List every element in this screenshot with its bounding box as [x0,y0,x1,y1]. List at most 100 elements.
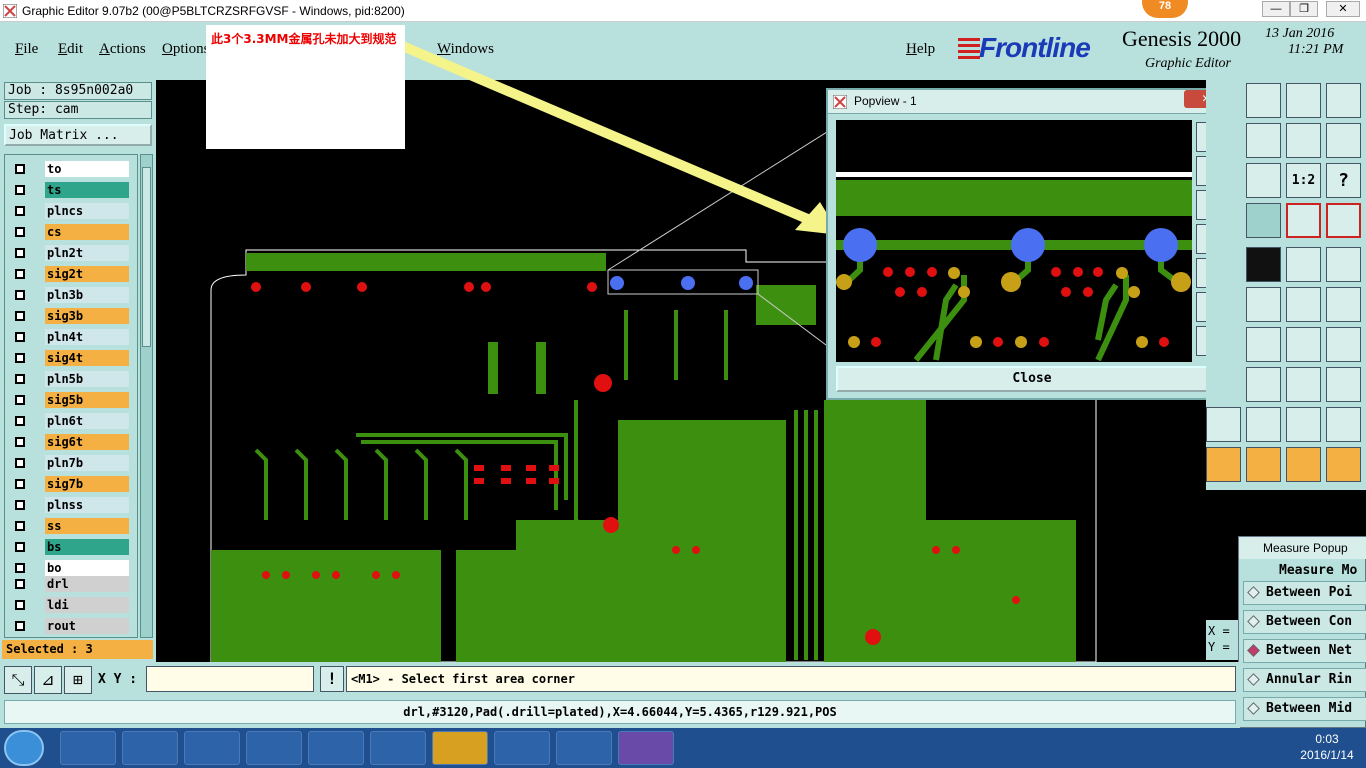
measure-popup[interactable]: Measure Popup Measure Mo Between Poi Bet… [1238,536,1366,728]
minimize-button[interactable]: — [1262,1,1290,17]
taskbar-app-qq-icon[interactable] [122,731,178,765]
tool-draw-icon[interactable] [1246,247,1281,282]
taskbar-app-eye-icon[interactable] [556,731,612,765]
menu-file[interactable]: File [15,41,38,58]
layer-checkbox[interactable] [15,395,25,405]
layer-checkbox[interactable] [15,542,25,552]
layer-checkbox[interactable] [15,521,25,531]
layer-row[interactable]: pln7b [11,455,129,471]
tool-net2-icon[interactable] [1326,203,1361,238]
layer-row[interactable]: sig2t [11,266,129,282]
layer-checkbox[interactable] [15,437,25,447]
measure-between-mid[interactable]: Between Mid [1243,697,1366,721]
layer-checkbox[interactable] [15,500,25,510]
layer-row[interactable]: ldi [11,597,129,613]
layer-row[interactable]: sig3b [11,308,129,324]
alert-button[interactable]: ! [320,666,344,692]
tool-pointer1-icon[interactable] [1206,447,1241,482]
layer-row[interactable]: plnss [11,497,129,513]
taskbar-app-sogou-icon[interactable] [494,731,550,765]
layer-row[interactable]: plncs [11,203,129,219]
tool-diag-icon[interactable] [1246,327,1281,362]
angle-tool-icon[interactable]: ⊿ [34,666,62,694]
layer-row[interactable]: to [11,161,129,177]
layer-checkbox[interactable] [15,185,25,195]
layer-checkbox[interactable] [15,600,25,610]
layer-checkbox[interactable] [15,416,25,426]
popview-titlebar[interactable]: Popview - 1 ✕ [828,90,1234,114]
taskbar-app-save-icon[interactable] [308,731,364,765]
tool-pointer3-icon[interactable] [1286,447,1321,482]
menu-edit[interactable]: Edit [58,41,83,58]
system-tray[interactable] [1036,738,1276,758]
layer-checkbox[interactable] [15,374,25,384]
layer-checkbox[interactable] [15,353,25,363]
start-button[interactable] [4,730,44,766]
layer-checkbox[interactable] [15,206,25,216]
tool-tri4-icon[interactable] [1326,407,1361,442]
layer-checkbox[interactable] [15,269,25,279]
tool-open-icon[interactable] [1246,83,1281,118]
menu-options[interactable]: Options [162,41,210,58]
tool-hline-icon[interactable] [1246,367,1281,402]
layer-checkbox[interactable] [15,311,25,321]
notification-badge[interactable]: 78 [1142,0,1188,18]
measure-title[interactable]: Measure Popup [1239,537,1366,559]
layer-checkbox[interactable] [15,332,25,342]
measure-between-contours[interactable]: Between Con [1243,610,1366,634]
taskbar-app-genesis-icon[interactable] [618,731,674,765]
tool-scale-icon[interactable]: 1:2 [1286,163,1321,198]
layer-checkbox[interactable] [15,479,25,489]
layer-checkbox[interactable] [15,579,25,589]
layer-checkbox[interactable] [15,290,25,300]
maximize-button[interactable]: ❐ [1290,1,1318,17]
tool-pointer4-icon[interactable] [1326,447,1361,482]
layer-row[interactable]: pln3b [11,287,129,303]
job-matrix-button[interactable]: Job Matrix ... [4,124,152,146]
taskbar-app-qq2-icon[interactable] [432,731,488,765]
layer-row[interactable]: sig7b [11,476,129,492]
tool-shapes-icon[interactable] [1326,367,1361,402]
tool-pointer2-icon[interactable] [1246,447,1281,482]
tool-help-icon[interactable]: ? [1326,163,1361,198]
measure-between-points[interactable]: Between Poi [1243,581,1366,605]
layer-row[interactable]: bs [11,539,129,555]
layer-row[interactable]: sig6t [11,434,129,450]
layer-row[interactable]: pln2t [11,245,129,261]
tool-lines-icon[interactable] [1326,123,1361,158]
measure-between-nets[interactable]: Between Net [1243,639,1366,663]
layer-row[interactable]: pln6t [11,413,129,429]
xy-input[interactable] [146,666,314,692]
tool-frame-icon[interactable] [1286,367,1321,402]
tool-home-icon[interactable] [1286,83,1321,118]
tool-connect-icon[interactable] [1326,287,1361,322]
tool-table-icon[interactable] [1246,203,1281,238]
tool-cross-icon[interactable] [1246,287,1281,322]
taskbar-app-chrome-icon[interactable] [60,731,116,765]
grid-tool-icon[interactable]: ⊞ [64,666,92,694]
tool-line-icon[interactable] [1286,287,1321,322]
tool-tri2-icon[interactable] [1246,407,1281,442]
layer-row[interactable]: ss [11,518,129,534]
tool-dot-icon[interactable] [1326,247,1361,282]
tool-center-icon[interactable] [1246,163,1281,198]
layer-row[interactable]: bo [11,560,129,576]
layer-checkbox[interactable] [15,563,25,573]
tool-tri3-icon[interactable] [1286,407,1321,442]
popview-window[interactable]: Popview - 1 ✕ ⊞ ⇡ ⇣ ⇠ ⇢ ⊡ ✥ [826,88,1236,400]
measure-tool-icon[interactable]: ⤡ [4,666,32,694]
popview-close-button[interactable]: Close [836,366,1228,392]
layer-checkbox[interactable] [15,164,25,174]
menu-actions[interactable]: Actions [99,41,146,58]
layer-checkbox[interactable] [15,248,25,258]
tool-align-icon[interactable] [1326,327,1361,362]
tool-arc-icon[interactable] [1286,327,1321,362]
tool-mirror-icon[interactable] [1286,123,1321,158]
menu-help[interactable]: Help [906,41,935,58]
taskbar-app-window-icon[interactable] [184,731,240,765]
tool-snap-icon[interactable] [1246,123,1281,158]
layer-row[interactable]: rout [11,618,129,634]
measure-annular-ring[interactable]: Annular Rin [1243,668,1366,692]
layer-row[interactable]: drl [11,576,129,592]
layer-row[interactable]: sig4t [11,350,129,366]
